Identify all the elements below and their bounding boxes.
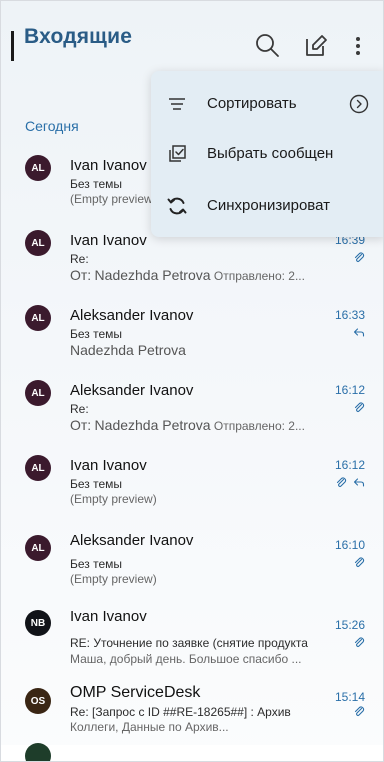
top-app-bar: Входящие	[1, 1, 383, 81]
select-messages-icon	[165, 142, 189, 166]
avatar: AL	[25, 380, 51, 406]
message-status-icons	[353, 326, 365, 338]
reply-icon	[353, 478, 365, 487]
avatar: OS	[25, 688, 51, 714]
mail-app-screen: Входящие Сегодня AL Ivan Ivanov Без темы…	[0, 0, 384, 762]
menu-item-label: Синхронизироват	[207, 197, 330, 214]
menu-item-select-messages[interactable]: Выбрать сообщен	[151, 132, 383, 176]
message-preview: (Empty preview)	[70, 572, 157, 586]
paperclip-icon	[354, 637, 365, 647]
search-icon[interactable]	[253, 31, 283, 61]
message-status-icons	[353, 251, 365, 263]
avatar: AL	[25, 455, 51, 481]
avatar: AL	[25, 535, 51, 561]
paperclip-icon	[354, 557, 365, 567]
message-sender: Ivan Ivanov	[70, 608, 147, 625]
menu-item-label: Сортировать	[207, 95, 297, 112]
paperclip-icon	[354, 402, 365, 412]
more-vertical-icon[interactable]	[349, 31, 379, 61]
message-status-icons	[353, 705, 365, 717]
message-subject: Без темы	[70, 327, 123, 341]
message-from-name: Nadezhda Petrova	[94, 267, 211, 283]
message-sender: OMP ServiceDesk	[70, 684, 201, 701]
message-from-name: Nadezhda Petrova	[94, 417, 211, 433]
message-status-icons	[353, 401, 365, 413]
message-time: 15:26	[334, 618, 365, 632]
message-sender: Aleksander Ivanov	[70, 307, 194, 324]
message-sender: Aleksander Ivanov	[70, 382, 194, 399]
overflow-menu: Сортировать Выбрать сообщен Синхронизиро…	[151, 71, 383, 237]
message-subject: Без темы	[70, 477, 123, 491]
avatar: AL	[25, 230, 51, 256]
message-sender: Ivan Ivanov	[70, 232, 147, 249]
paperclip-icon	[336, 477, 347, 487]
avatar: AL	[25, 155, 51, 181]
message-sent-label: Отправлено: 2...	[213, 269, 305, 283]
message-preview: (Empty preview)	[70, 492, 157, 506]
message-subject: Re:	[70, 402, 89, 416]
message-time: 16:12	[334, 383, 365, 397]
sync-icon	[165, 194, 189, 218]
message-preview: Коллеги, Данные по Архив...	[70, 720, 229, 734]
message-preview: Маша, добрый день. Большое спасибо ...	[70, 652, 302, 666]
list-item[interactable]: AL Aleksander Ivanov 16:10 Без темы (Emp…	[1, 519, 383, 594]
list-item[interactable]: OS OMP ServiceDesk 15:14 Re: [Запрос с I…	[1, 674, 383, 749]
message-from-label: От:	[70, 267, 92, 283]
sort-lines-icon	[165, 92, 189, 116]
section-header-today: Сегодня	[25, 118, 79, 134]
message-preview: От: Nadezhda Petrova Отправлено: 2...	[70, 417, 360, 433]
menu-item-sort[interactable]: Сортировать	[151, 82, 383, 126]
reply-icon	[353, 328, 365, 337]
page-title: Входящие	[24, 25, 133, 48]
bottom-edge	[1, 745, 383, 761]
paperclip-icon	[354, 706, 365, 716]
message-status-icons	[335, 476, 365, 488]
message-sender: Aleksander Ivanov	[70, 532, 194, 549]
message-sender: Ivan Ivanov	[70, 457, 147, 474]
message-status-icons	[353, 636, 365, 648]
message-subject: Без темы	[70, 557, 123, 571]
message-sender: Ivan Ivanov	[70, 157, 147, 174]
message-time: 15:14	[334, 690, 365, 704]
menu-item-label: Выбрать сообщен	[207, 145, 334, 162]
message-preview: Nadezhda Petrova	[70, 342, 360, 358]
avatar: NB	[25, 610, 51, 636]
message-subject: RE: Уточнение по заявке (снятие продукта	[70, 636, 308, 650]
message-sent-label: Отправлено: 2...	[213, 419, 305, 433]
message-from-label: От:	[70, 417, 92, 433]
chevron-right-circle-icon	[347, 92, 371, 116]
message-status-icons	[353, 556, 365, 568]
list-item[interactable]: AL Aleksander Ivanov 16:12 Re: От: Nadez…	[1, 369, 383, 444]
message-time: 16:10	[334, 538, 365, 552]
menu-item-sync[interactable]: Синхронизироват	[151, 184, 383, 228]
message-from-name: Nadezhda Petrova	[70, 342, 186, 358]
list-item[interactable]: AL Aleksander Ivanov 16:33 Без темы Nade…	[1, 294, 383, 369]
paperclip-icon	[354, 252, 365, 262]
list-item[interactable]: AL Ivan Ivanov 16:12 Без темы (Empty pre…	[1, 444, 383, 519]
list-item[interactable]: NB Ivan Ivanov 15:26 RE: Уточнение по за…	[1, 594, 383, 674]
message-time: 16:12	[334, 458, 365, 472]
message-subject: Re: [Запрос с ID ##RE-18265##] : Архив	[70, 705, 291, 719]
message-subject: Re:	[70, 252, 89, 266]
compose-icon[interactable]	[301, 31, 331, 61]
avatar	[25, 743, 51, 761]
avatar: AL	[25, 305, 51, 331]
message-preview: От: Nadezhda Petrova Отправлено: 2...	[70, 267, 360, 283]
message-time: 16:33	[334, 308, 365, 322]
